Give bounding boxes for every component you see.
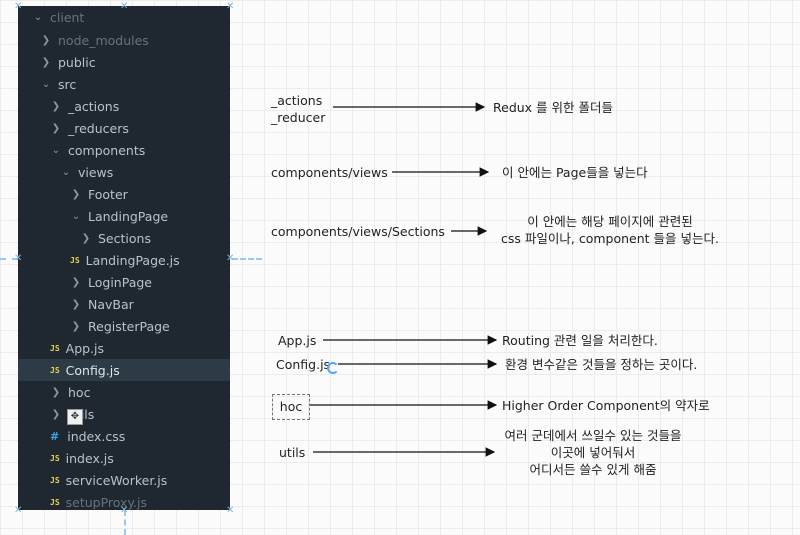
sections-label: components/views/Sections — [271, 224, 445, 239]
config-label: Config.js — [276, 357, 331, 372]
actions-label: _actions _reducer — [271, 93, 326, 125]
views-label: components/views — [271, 165, 388, 180]
hoc-label[interactable]: hoc — [272, 394, 310, 420]
config-desc: 환경 변수같은 것들을 정하는 곳이다. — [505, 357, 698, 372]
loading-spinner-icon — [327, 362, 339, 374]
app-desc: Routing 관련 일을 처리한다. — [502, 333, 658, 348]
sections-desc: 이 안에는 해당 페이지에 관련된 css 파일이나, component 들을… — [501, 214, 719, 246]
hoc-desc: Higher Order Component의 약자로 — [502, 398, 710, 413]
actions-desc: Redux 를 위한 폴더들 — [493, 100, 613, 115]
app-label: App.js — [278, 333, 317, 348]
views-desc: 이 안에는 Page들을 넣는다 — [502, 165, 648, 180]
utils-desc: 여러 군데에서 쓰일수 있는 것들을 이곳에 넣어둬서 어디서든 쓸수 있게 해… — [504, 428, 682, 477]
utils-label: utils — [279, 445, 306, 460]
